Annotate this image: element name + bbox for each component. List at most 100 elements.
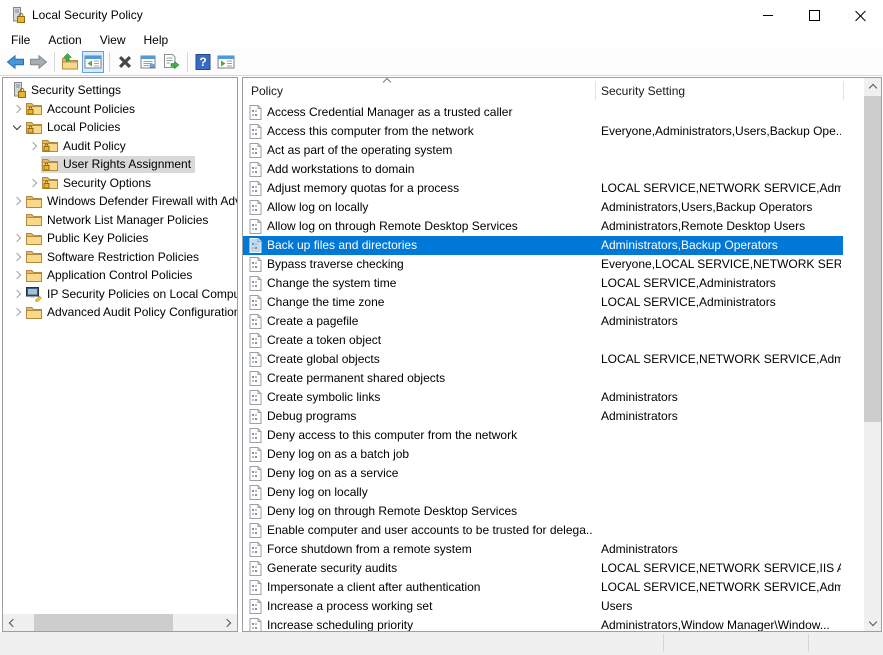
menu-help[interactable]: Help <box>135 30 178 49</box>
tree-item-content[interactable]: Public Key Policies <box>25 230 152 247</box>
back-button[interactable] <box>4 51 26 73</box>
column-header-security-setting[interactable]: Security Setting <box>601 84 685 98</box>
policy-cell: Debug programs <box>267 409 593 423</box>
up-one-level-button[interactable] <box>59 51 81 73</box>
policy-doc-icon <box>249 371 262 386</box>
list-row-allow-log-on-locally[interactable]: Allow log on locallyAdministrators,Users… <box>243 198 843 217</box>
list-row-create-global-objects[interactable]: Create global objectsLOCAL SERVICE,NETWO… <box>243 350 843 369</box>
list-row-back-up-files-and-directories[interactable]: Back up files and directoriesAdministrat… <box>243 236 843 255</box>
list-row-increase-scheduling-priority[interactable]: Increase scheduling priorityAdministrato… <box>243 616 843 631</box>
help-button[interactable]: ? <box>192 51 214 73</box>
list-row-change-the-system-time[interactable]: Change the system timeLOCAL SERVICE,Admi… <box>243 274 843 293</box>
chevron-right-icon[interactable] <box>9 303 25 322</box>
tree-item-advanced-audit-policy-configuration[interactable]: Advanced Audit Policy Configuration <box>3 303 237 322</box>
column-header-policy[interactable]: Policy <box>251 84 283 98</box>
menu-file[interactable]: File <box>2 30 39 49</box>
policy-doc-icon <box>249 409 262 424</box>
column-divider[interactable] <box>595 81 596 100</box>
list-vertical-scrollbar[interactable] <box>864 78 881 631</box>
forward-button[interactable] <box>27 51 49 73</box>
tree-item-content[interactable]: Local Policies <box>25 119 124 136</box>
policy-cell: Create permanent shared objects <box>267 371 593 385</box>
list-row-create-a-pagefile[interactable]: Create a pagefileAdministrators <box>243 312 843 331</box>
column-divider[interactable] <box>843 81 844 100</box>
tree-item-user-rights-assignment[interactable]: User Rights Assignment <box>3 155 237 174</box>
tree-item-application-control-policies[interactable]: Application Control Policies <box>3 266 237 285</box>
list-row-bypass-traverse-checking[interactable]: Bypass traverse checkingEveryone,LOCAL S… <box>243 255 843 274</box>
maximize-button[interactable] <box>791 0 837 30</box>
properties-button[interactable] <box>137 51 159 73</box>
show-console-tree-button[interactable] <box>82 51 104 73</box>
tree-item-windows-defender-firewall-with-adva[interactable]: Windows Defender Firewall with Adva <box>3 192 237 211</box>
tree-item-security-options[interactable]: Security Options <box>3 174 237 193</box>
list-row-create-a-token-object[interactable]: Create a token object <box>243 331 843 350</box>
tree-item-content[interactable]: Account Policies <box>25 100 139 117</box>
list-row-create-permanent-shared-objects[interactable]: Create permanent shared objects <box>243 369 843 388</box>
list-row-deny-log-on-through-remote-desktop-service[interactable]: Deny log on through Remote Desktop Servi… <box>243 502 843 521</box>
chevron-right-icon[interactable] <box>9 192 25 211</box>
chevron-right-icon[interactable] <box>9 248 25 267</box>
tree-item-content[interactable]: Security Options <box>41 174 155 191</box>
list-row-generate-security-audits[interactable]: Generate security auditsLOCAL SERVICE,NE… <box>243 559 843 578</box>
close-button[interactable] <box>837 0 883 30</box>
list-row-impersonate-a-client-after-authentication[interactable]: Impersonate a client after authenticatio… <box>243 578 843 597</box>
list-row-create-symbolic-links[interactable]: Create symbolic linksAdministrators <box>243 388 843 407</box>
chevron-right-icon[interactable] <box>25 137 41 156</box>
chevron-right-icon[interactable] <box>9 100 25 119</box>
tree-item-content[interactable]: User Rights Assignment <box>41 156 195 173</box>
tree-item-account-policies[interactable]: Account Policies <box>3 100 237 119</box>
horizontal-scrollbar-thumb[interactable] <box>34 614 173 631</box>
chevron-right-icon[interactable] <box>25 174 41 193</box>
delete-button[interactable] <box>114 51 136 73</box>
tree-item-content[interactable]: Application Control Policies <box>25 267 196 284</box>
scroll-right-button[interactable] <box>220 614 237 631</box>
minimize-button[interactable] <box>745 0 791 30</box>
tree-item-content[interactable]: Network List Manager Policies <box>25 211 212 228</box>
list-row-add-workstations-to-domain[interactable]: Add workstations to domain <box>243 160 843 179</box>
list-row-increase-a-process-working-set[interactable]: Increase a process working setUsers <box>243 597 843 616</box>
list-row-access-credential-manager-as-a-trusted-cal[interactable]: Access Credential Manager as a trusted c… <box>243 103 843 122</box>
tree-item-network-list-manager-policies[interactable]: Network List Manager Policies <box>3 211 237 230</box>
list-row-force-shutdown-from-a-remote-system[interactable]: Force shutdown from a remote systemAdmin… <box>243 540 843 559</box>
chevron-right-icon[interactable] <box>9 229 25 248</box>
tree-item-ip-security-policies-on-local-compute[interactable]: IP Security Policies on Local Compute <box>3 285 237 304</box>
vertical-scrollbar-thumb[interactable] <box>864 96 881 422</box>
list-row-deny-access-to-this-computer-from-the-netw[interactable]: Deny access to this computer from the ne… <box>243 426 843 445</box>
tree-item-audit-policy[interactable]: Audit Policy <box>3 137 237 156</box>
list-row-change-the-time-zone[interactable]: Change the time zoneLOCAL SERVICE,Admini… <box>243 293 843 312</box>
list-row-allow-log-on-through-remote-desktop-servic[interactable]: Allow log on through Remote Desktop Serv… <box>243 217 843 236</box>
tree-item-content[interactable]: Security Settings <box>9 81 125 99</box>
scroll-down-button[interactable] <box>864 614 881 631</box>
tree-item-content[interactable]: Audit Policy <box>41 137 130 154</box>
tree-item-security-settings[interactable]: Security Settings <box>3 81 237 100</box>
list-row-access-this-computer-from-the-network[interactable]: Access this computer from the networkEve… <box>243 122 843 141</box>
scroll-left-button[interactable] <box>3 614 20 631</box>
list-row-deny-log-on-as-a-service[interactable]: Deny log on as a service <box>243 464 843 483</box>
tree-item-public-key-policies[interactable]: Public Key Policies <box>3 229 237 248</box>
tree-item-content[interactable]: Windows Defender Firewall with Adva <box>25 193 237 210</box>
toolbar-separator <box>109 52 110 72</box>
list-row-deny-log-on-as-a-batch-job[interactable]: Deny log on as a batch job <box>243 445 843 464</box>
chevron-right-icon[interactable] <box>9 285 25 304</box>
security-setting-cell: Users <box>601 599 841 613</box>
policy-cell: Enable computer and user accounts to be … <box>267 523 593 537</box>
tree-item-software-restriction-policies[interactable]: Software Restriction Policies <box>3 248 237 267</box>
chevron-right-icon[interactable] <box>9 266 25 285</box>
tree-item-content[interactable]: Advanced Audit Policy Configuration <box>25 304 237 321</box>
menu-action[interactable]: Action <box>39 30 90 49</box>
list-row-adjust-memory-quotas-for-a-process[interactable]: Adjust memory quotas for a processLOCAL … <box>243 179 843 198</box>
tree-item-local-policies[interactable]: Local Policies <box>3 118 237 137</box>
show-action-pane-button[interactable] <box>215 51 237 73</box>
menu-view[interactable]: View <box>91 30 135 49</box>
list-row-debug-programs[interactable]: Debug programsAdministrators <box>243 407 843 426</box>
tree-item-content[interactable]: Software Restriction Policies <box>25 248 203 265</box>
export-list-button[interactable] <box>160 51 182 73</box>
list-row-deny-log-on-locally[interactable]: Deny log on locally <box>243 483 843 502</box>
tree-horizontal-scrollbar[interactable] <box>3 614 237 631</box>
scroll-up-button[interactable] <box>864 78 881 95</box>
chevron-down-icon[interactable] <box>9 118 25 137</box>
list-row-act-as-part-of-the-operating-system[interactable]: Act as part of the operating system <box>243 141 843 160</box>
list-row-enable-computer-and-user-accounts-to-be-tr[interactable]: Enable computer and user accounts to be … <box>243 521 843 540</box>
policy-cell: Generate security audits <box>267 561 593 575</box>
tree-item-content[interactable]: IP Security Policies on Local Compute <box>25 285 237 303</box>
